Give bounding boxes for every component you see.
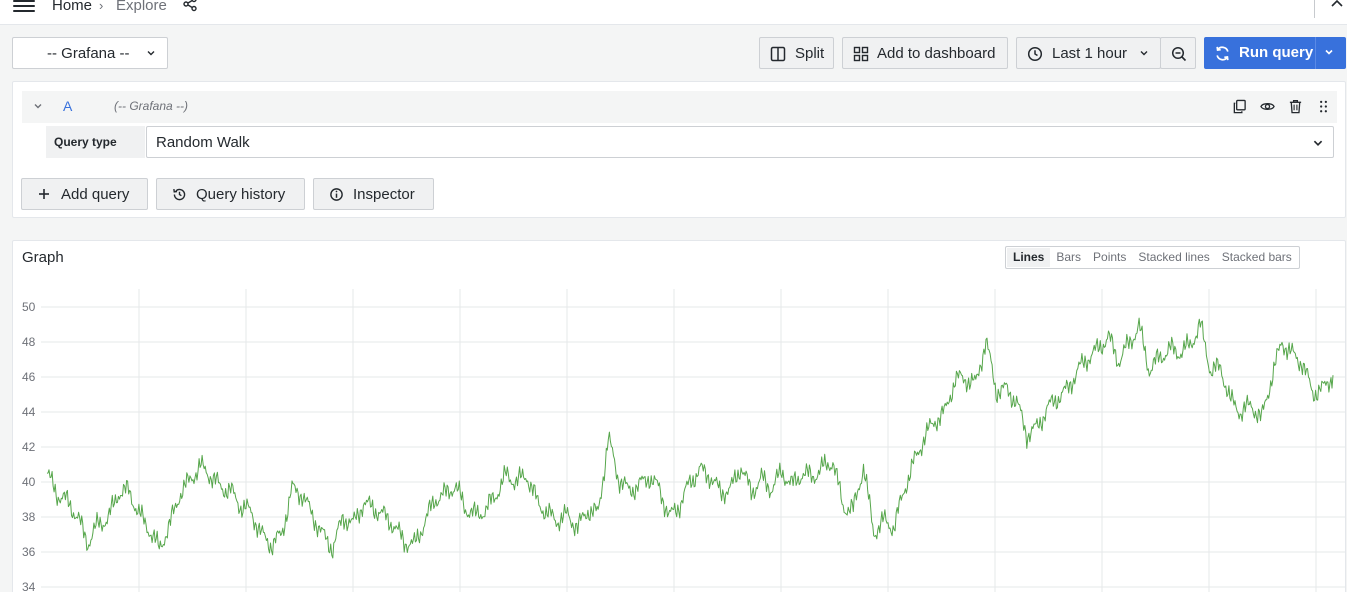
graph-title: Graph — [22, 249, 64, 266]
time-range-label: Last 1 hour — [1052, 45, 1128, 62]
eye-icon[interactable] — [1260, 99, 1275, 114]
info-circle-icon — [329, 187, 344, 202]
add-to-dashboard-button[interactable]: Add to dashboard — [842, 37, 1008, 69]
y-tick-label: 42 — [22, 440, 36, 454]
graph-mode-bars[interactable]: Bars — [1050, 248, 1087, 267]
graph-mode-stacked-lines[interactable]: Stacked lines — [1132, 248, 1215, 267]
history-icon — [172, 187, 187, 202]
copy-icon[interactable] — [1232, 99, 1247, 114]
time-range-picker[interactable]: Last 1 hour — [1016, 37, 1161, 69]
chevron-down-icon — [147, 51, 155, 56]
query-type-value: Random Walk — [156, 134, 250, 151]
y-tick-label: 38 — [22, 510, 36, 524]
graph-mode-points[interactable]: Points — [1087, 248, 1132, 267]
breadcrumb-home[interactable]: Home — [52, 0, 92, 14]
zoom-out-button[interactable] — [1160, 37, 1196, 69]
run-query-label: Run query — [1239, 44, 1314, 61]
menu-icon[interactable] — [13, 0, 35, 12]
split-button[interactable]: Split — [759, 37, 834, 69]
y-tick-label: 40 — [22, 475, 36, 489]
split-button-label: Split — [795, 45, 825, 62]
zoom-out-icon — [1171, 46, 1187, 62]
inspector-label: Inspector — [353, 186, 415, 203]
graph-panel: Graph Lines Bars Points Stacked lines Stacke… — [12, 240, 1346, 592]
run-query-divider — [1315, 37, 1316, 69]
query-ref-id[interactable]: A — [63, 98, 72, 114]
y-tick-label: 34 — [22, 580, 36, 592]
y-tick-label: 50 — [22, 300, 36, 314]
top-nav-bar: Home › Explore — [0, 0, 1347, 25]
plus-icon — [37, 187, 51, 201]
add-query-button[interactable]: Add query — [21, 178, 148, 210]
series-line — [46, 317, 1334, 559]
query-editor-panel: A (-- Grafana --) Query type Random Walk… — [12, 81, 1346, 218]
share-icon[interactable] — [183, 0, 197, 12]
y-tick-label: 36 — [22, 545, 36, 559]
trash-icon[interactable] — [1288, 99, 1303, 114]
sync-icon — [1214, 45, 1231, 66]
add-query-label: Add query — [61, 186, 130, 203]
breadcrumb-current: Explore — [116, 0, 167, 14]
datasource-picker[interactable]: -- Grafana -- — [12, 37, 168, 69]
graph-mode-lines[interactable]: Lines — [1007, 248, 1051, 267]
chevron-down-icon[interactable] — [33, 101, 43, 111]
chevron-up-icon[interactable] — [1330, 0, 1344, 10]
chevron-down-icon[interactable] — [1324, 47, 1334, 57]
graph-mode-selector: Lines Bars Points Stacked lines Stacked bars — [1005, 246, 1300, 269]
breadcrumb-separator: › — [99, 0, 104, 13]
topbar-divider — [1314, 0, 1315, 18]
graph-mode-stacked-bars[interactable]: Stacked bars — [1216, 248, 1298, 267]
inspector-button[interactable]: Inspector — [313, 178, 434, 210]
time-series-chart[interactable]: 50 48 46 44 42 40 38 36 34 — [13, 281, 1345, 592]
y-tick-label: 48 — [22, 335, 36, 349]
add-to-dashboard-label: Add to dashboard — [877, 45, 996, 62]
clock-icon — [1027, 46, 1043, 62]
query-type-select[interactable]: Random Walk — [146, 126, 1334, 158]
chevron-down-icon — [1313, 140, 1323, 146]
query-history-button[interactable]: Query history — [156, 178, 305, 210]
y-tick-label: 44 — [22, 405, 36, 419]
apps-icon — [853, 46, 869, 62]
datasource-picker-label: -- Grafana -- — [47, 44, 130, 62]
query-row-header: A (-- Grafana --) — [22, 91, 1337, 123]
chevron-down-icon — [1140, 51, 1148, 56]
columns-icon — [770, 46, 786, 62]
query-history-label: Query history — [196, 186, 286, 203]
run-query-button[interactable]: Run query — [1204, 37, 1346, 69]
query-type-label: Query type — [46, 126, 145, 158]
query-datasource-name: (-- Grafana --) — [114, 99, 189, 113]
y-tick-label: 46 — [22, 370, 36, 384]
drag-handle-icon[interactable] — [1316, 99, 1331, 114]
